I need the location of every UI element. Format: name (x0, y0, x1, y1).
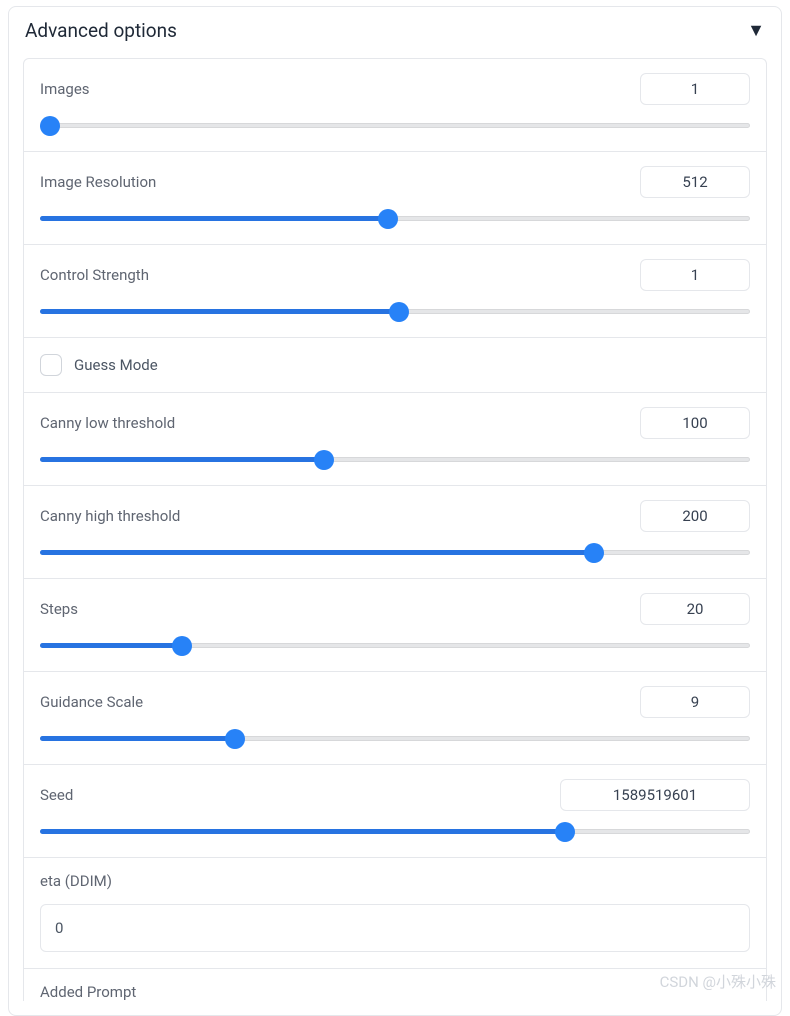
seed-row: Seed 1589519601 (24, 765, 766, 858)
images-slider[interactable] (40, 119, 750, 133)
resolution-value[interactable]: 512 (640, 166, 750, 198)
eta-label: eta (DDIM) (40, 872, 750, 890)
canny-low-row: Canny low threshold 100 (24, 393, 766, 486)
steps-value[interactable]: 20 (640, 593, 750, 625)
canny-high-label: Canny high threshold (40, 507, 180, 525)
canny-low-slider[interactable] (40, 453, 750, 467)
guess-mode-checkbox[interactable] (40, 354, 62, 376)
images-label: Images (40, 80, 90, 98)
canny-low-label: Canny low threshold (40, 414, 175, 432)
slider-thumb[interactable] (389, 302, 409, 322)
advanced-options-panel: Advanced options ▼ Images 1 Image Resolu… (8, 6, 782, 1016)
guidance-value[interactable]: 9 (640, 686, 750, 718)
watermark: CSDN @小殊小殊 (660, 971, 776, 992)
steps-slider[interactable] (40, 639, 750, 653)
guess-mode-row: Guess Mode (24, 338, 766, 393)
images-value[interactable]: 1 (640, 73, 750, 105)
eta-row: eta (DDIM) (24, 858, 766, 969)
options-container: Images 1 Image Resolution 512 (23, 58, 767, 1001)
strength-row: Control Strength 1 (24, 245, 766, 338)
images-row: Images 1 (24, 59, 766, 152)
strength-slider[interactable] (40, 305, 750, 319)
guidance-slider[interactable] (40, 732, 750, 746)
canny-low-value[interactable]: 100 (640, 407, 750, 439)
guidance-row: Guidance Scale 9 (24, 672, 766, 765)
strength-label: Control Strength (40, 266, 149, 284)
slider-thumb[interactable] (172, 636, 192, 656)
panel-title: Advanced options (25, 19, 177, 42)
resolution-slider[interactable] (40, 212, 750, 226)
canny-high-row: Canny high threshold 200 (24, 486, 766, 579)
resolution-label: Image Resolution (40, 173, 156, 191)
added-prompt-label: Added Prompt (40, 983, 750, 1001)
seed-slider[interactable] (40, 825, 750, 839)
added-prompt-row: Added Prompt (24, 969, 766, 1001)
strength-value[interactable]: 1 (640, 259, 750, 291)
canny-high-value[interactable]: 200 (640, 500, 750, 532)
eta-input[interactable] (40, 904, 750, 952)
guidance-label: Guidance Scale (40, 693, 143, 711)
steps-row: Steps 20 (24, 579, 766, 672)
resolution-row: Image Resolution 512 (24, 152, 766, 245)
seed-value[interactable]: 1589519601 (560, 779, 750, 811)
panel-header[interactable]: Advanced options ▼ (9, 7, 781, 58)
steps-label: Steps (40, 600, 78, 618)
slider-thumb[interactable] (40, 116, 60, 136)
guess-mode-label: Guess Mode (74, 356, 158, 374)
slider-thumb[interactable] (378, 209, 398, 229)
collapse-icon[interactable]: ▼ (747, 20, 765, 41)
slider-thumb[interactable] (555, 822, 575, 842)
seed-label: Seed (40, 786, 73, 804)
canny-high-slider[interactable] (40, 546, 750, 560)
slider-thumb[interactable] (584, 543, 604, 563)
slider-thumb[interactable] (314, 450, 334, 470)
slider-thumb[interactable] (225, 729, 245, 749)
